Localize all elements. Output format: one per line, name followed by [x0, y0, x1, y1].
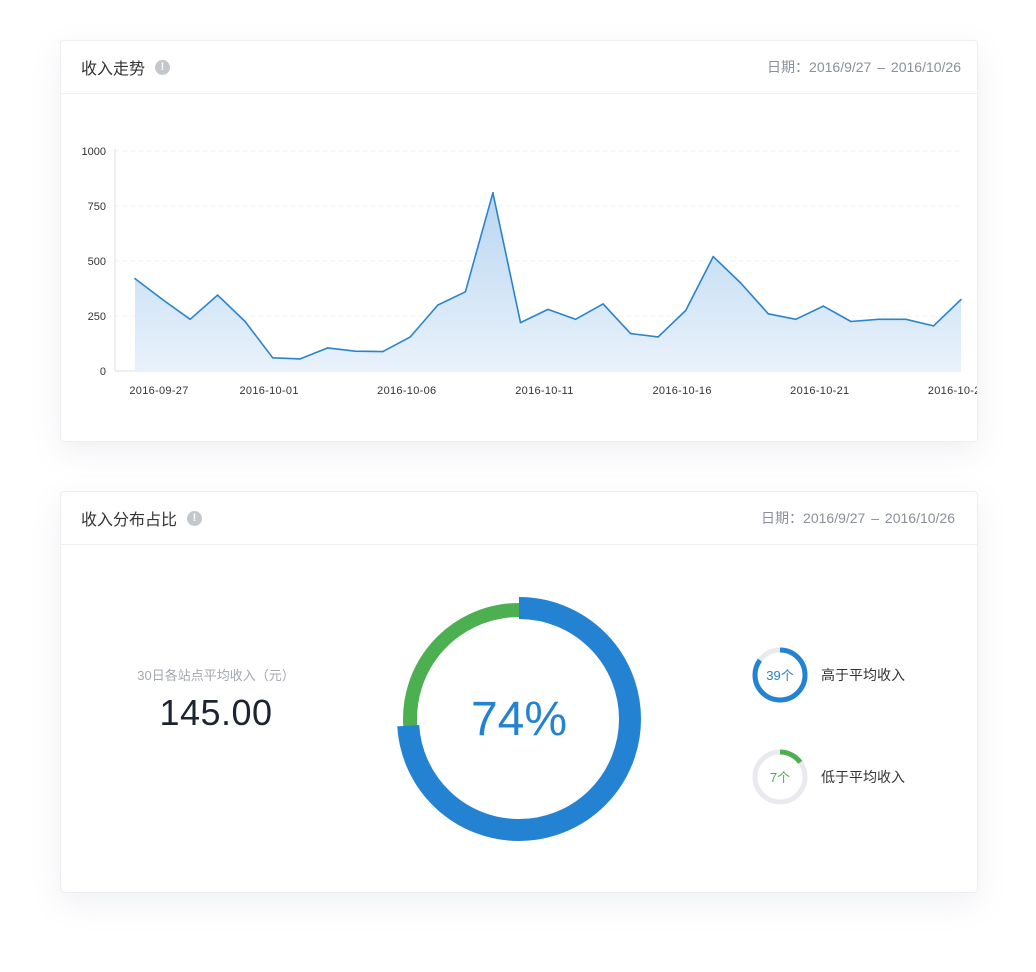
y-tick-label: 1000	[82, 146, 106, 158]
data-point	[216, 294, 219, 296]
data-point	[850, 320, 852, 323]
data-point	[326, 347, 329, 349]
revenue-trend-date-range: 日期：2016/9/27 – 2016/10/26	[767, 57, 961, 77]
revenue-distribution-header: 收入分布占比 ! 日期：2016/9/27 – 2016/10/26	[61, 492, 977, 545]
below-average-ring: 7个	[752, 749, 808, 805]
data-point	[134, 277, 136, 280]
x-tick-label: 2016-10-11	[515, 385, 573, 397]
data-point	[905, 318, 907, 321]
data-point	[684, 309, 687, 312]
y-tick-label: 500	[88, 256, 106, 268]
x-tick-label: 2016-10-26	[928, 385, 977, 397]
date-start: 2016/9/27	[809, 59, 872, 75]
above-average-row: 39个 高于平均收入	[751, 646, 905, 704]
revenue-distribution-date-range: 日期：2016/9/27 – 2016/10/26	[761, 508, 955, 528]
distribution-donut-chart: 74%	[397, 597, 641, 841]
average-revenue-label: 30日各站点平均收入（元）	[137, 668, 295, 683]
data-point	[602, 303, 604, 305]
data-point	[409, 336, 412, 338]
above-average-count: 39个	[766, 668, 793, 683]
donut-percent-label: 74%	[471, 693, 567, 746]
data-point	[629, 332, 632, 335]
average-revenue-value: 145.00	[159, 692, 273, 733]
below-average-row: 7个 低于平均收入	[751, 748, 905, 806]
above-average-label: 高于平均收入	[821, 667, 905, 683]
data-point	[464, 291, 467, 293]
average-revenue-block: 30日各站点平均收入（元） 145.00	[111, 665, 321, 734]
date-separator: –	[877, 59, 886, 75]
revenue-distribution-title: 收入分布占比	[81, 512, 178, 529]
data-point	[189, 318, 191, 321]
data-point	[657, 336, 659, 338]
data-point	[795, 318, 797, 321]
y-tick-label: 750	[88, 201, 106, 213]
date-end: 2016/10/26	[890, 59, 961, 75]
date-start: 2016/9/27	[803, 510, 866, 526]
date-label: 日期：	[761, 510, 804, 526]
info-icon[interactable]: !	[155, 59, 171, 75]
date-end: 2016/10/26	[884, 510, 955, 526]
data-point	[437, 304, 439, 306]
below-average-count: 7个	[770, 770, 790, 785]
data-point	[767, 313, 770, 315]
x-tick-label: 2016-10-21	[790, 385, 849, 397]
data-point	[354, 350, 357, 353]
date-separator: –	[871, 510, 880, 526]
data-point	[519, 321, 522, 324]
data-point	[960, 298, 962, 301]
data-point	[932, 325, 935, 327]
series-area	[135, 192, 961, 371]
revenue-trend-chart: 0 250 500 750 1000 2016-09-27 2016-10-01 2016-1…	[82, 146, 977, 397]
below-average-label: 低于平均收入	[821, 769, 905, 785]
above-average-ring: 39个	[752, 647, 808, 703]
revenue-trend-title: 收入走势	[81, 61, 146, 78]
data-point	[712, 255, 714, 258]
data-point	[271, 357, 274, 359]
revenue-distribution-card: 收入分布占比 ! 日期：2016/9/27 – 2016/10/26 30日各站…	[60, 491, 978, 893]
data-point	[299, 358, 301, 360]
x-tick-label: 2016-10-06	[377, 385, 436, 397]
y-tick-label: 250	[88, 311, 106, 323]
data-point	[492, 192, 494, 194]
x-tick-label: 2016-10-01	[239, 385, 298, 397]
y-tick-label: 0	[100, 366, 106, 378]
distribution-body: 30日各站点平均收入（元） 145.00 74% 39个 高于平均收入 7个 低…	[61, 545, 977, 892]
data-point	[547, 308, 549, 311]
date-label: 日期：	[767, 59, 810, 75]
data-point	[161, 298, 164, 301]
x-tick-label: 2016-10-16	[652, 385, 711, 397]
data-point	[822, 305, 825, 307]
revenue-trend-card: 收入走势 ! 日期：2016/9/27 – 2016/10/26 0 250 500…	[60, 40, 978, 442]
x-tick-label: 2016-09-27	[129, 385, 188, 397]
data-point	[574, 318, 577, 321]
data-point	[244, 320, 246, 323]
revenue-trend-header: 收入走势 ! 日期：2016/9/27 – 2016/10/26	[61, 41, 977, 94]
data-point	[382, 350, 384, 353]
data-point	[739, 282, 742, 284]
data-point	[877, 318, 880, 321]
info-icon[interactable]: !	[187, 510, 203, 526]
